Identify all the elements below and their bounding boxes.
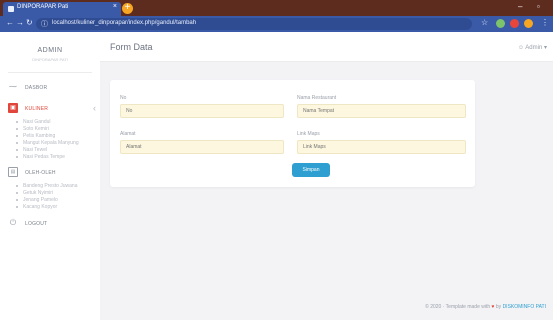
submenu-item[interactable]: Kacang Kopyor — [16, 203, 96, 211]
footer-link[interactable]: DISKOMINFO PATI — [503, 304, 546, 310]
chevron-down-icon: ▾ — [543, 45, 547, 51]
footer-text: © 2020 · Template made with — [425, 304, 491, 310]
field-label-link-maps: Link Maps — [297, 131, 320, 137]
bullet-icon — [16, 149, 18, 151]
gift-icon: ▤ — [8, 167, 18, 177]
profile-icon[interactable] — [524, 19, 533, 28]
footer: © 2020 · Template made with ♥ by DISKOMI… — [425, 304, 546, 310]
browser-toolbar: ← → ↻ ⓘ localhost/kuliner_dinporapar/ind… — [0, 16, 553, 32]
save-button[interactable]: Simpan — [292, 163, 330, 177]
extension-icon[interactable] — [496, 19, 505, 28]
field-label-no: No — [120, 95, 127, 101]
close-tab-icon[interactable]: × — [113, 3, 117, 10]
submenu-label: Kacang Kopyor — [23, 204, 58, 210]
forward-icon[interactable]: → — [16, 18, 24, 27]
alamat-field[interactable] — [120, 140, 284, 154]
sidebar-item-label: DASBOR — [25, 85, 48, 91]
bullet-icon — [16, 121, 18, 123]
sidebar-item-dasbor[interactable]: ⁓ DASBOR — [8, 82, 96, 94]
utensils-icon: ▣ — [8, 103, 18, 113]
extension-icon[interactable] — [510, 19, 519, 28]
reload-icon[interactable]: ↻ — [26, 18, 33, 27]
submenu-item[interactable]: Nasi Pedas Tempe — [16, 153, 96, 161]
favicon-icon — [8, 6, 14, 12]
submenu-label: Nasi Pedas Tempe — [23, 154, 65, 160]
sidebar-item-label: KULINER — [25, 106, 49, 112]
field-label-alamat: Alamat — [120, 131, 136, 137]
bullet-icon — [16, 185, 18, 187]
back-icon[interactable]: ← — [6, 18, 14, 27]
field-label-nama-restaurant: Nama Restaurant — [297, 95, 337, 101]
sidebar-item-oleh-oleh[interactable]: ▤ OLEH-OLEH — [8, 167, 96, 179]
topbar: Form Data ☺ Admin ▾ — [100, 32, 553, 62]
brand-subtitle: DINPORAPAR PATI — [32, 57, 68, 62]
sidebar-item-label: OLEH-OLEH — [25, 170, 56, 176]
bullet-icon — [16, 199, 18, 201]
page-title: Form Data — [110, 42, 153, 52]
url-text: localhost/kuliner_dinporapar/index.php/g… — [52, 20, 197, 26]
sidebar: ADMIN DINPORAPAR PATI ⁓ DASBOR ▣ KULINER… — [0, 32, 100, 320]
bullet-icon — [16, 156, 18, 158]
chart-icon: ⁓ — [9, 82, 17, 91]
bullet-icon — [16, 192, 18, 194]
browser-titlebar: DINPORAPAR Pati × + – ▫ — [0, 0, 553, 16]
no-field[interactable] — [120, 104, 284, 118]
power-icon: ⏻ — [9, 218, 17, 227]
new-tab-button[interactable]: + — [122, 3, 133, 14]
user-name: Admin — [525, 45, 543, 51]
form-card: No Nama Restaurant Alamat Link Maps Simp… — [110, 80, 475, 187]
brand-title: ADMIN — [37, 47, 63, 54]
browser-tab[interactable]: DINPORAPAR Pati × — [3, 2, 121, 16]
tab-title: DINPORAPAR Pati — [17, 4, 69, 10]
bullet-icon — [16, 142, 18, 144]
minimize-icon[interactable]: – — [518, 2, 522, 11]
nama-restaurant-field[interactable] — [297, 104, 466, 118]
sidebar-item-kuliner[interactable]: ▣ KULINER ‹ — [8, 103, 96, 115]
user-menu[interactable]: ☺ Admin ▾ — [518, 44, 547, 51]
chevron-icon: ‹ — [93, 103, 96, 113]
link-maps-field[interactable] — [297, 140, 466, 154]
info-icon[interactable]: ⓘ — [41, 19, 48, 29]
sidebar-item-logout[interactable]: ⏻ LOGOUT — [8, 218, 96, 230]
bullet-icon — [16, 128, 18, 130]
user-icon: ☺ — [517, 45, 524, 51]
star-icon[interactable]: ☆ — [481, 18, 488, 27]
footer-by: by — [495, 304, 502, 310]
bullet-icon — [16, 135, 18, 137]
bullet-icon — [16, 206, 18, 208]
menu-icon[interactable]: ⋮ — [541, 18, 549, 27]
sidebar-item-label: LOGOUT — [25, 221, 48, 227]
address-bar[interactable]: ⓘ localhost/kuliner_dinporapar/index.php… — [36, 18, 472, 30]
divider — [8, 72, 92, 73]
maximize-icon[interactable]: ▫ — [537, 2, 540, 11]
heart-icon: ♥ — [491, 304, 495, 310]
